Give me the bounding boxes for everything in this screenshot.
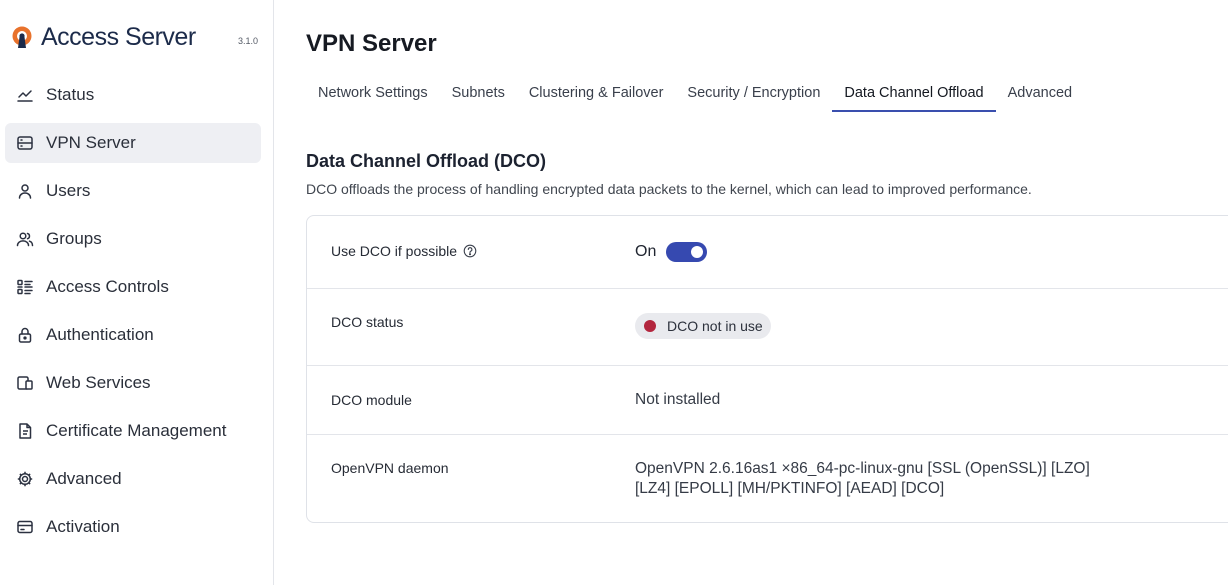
status-badge: DCO not in use: [635, 313, 771, 339]
dco-settings-card: Use DCO if possible On DCO status DCO no…: [306, 215, 1228, 523]
setting-row-dco-module: DCO module Not installed: [307, 366, 1228, 435]
tab-data-channel-offload[interactable]: Data Channel Offload: [832, 74, 996, 112]
tab-security-encryption[interactable]: Security / Encryption: [675, 74, 832, 112]
sidebar-item-users[interactable]: Users: [5, 171, 261, 211]
sidebar-item-vpn-server[interactable]: VPN Server: [5, 123, 261, 163]
sidebar-item-label: Groups: [46, 229, 102, 248]
sidebar-item-label: Status: [46, 85, 95, 104]
sidebar-item-activation[interactable]: Activation: [5, 507, 261, 547]
dco-status-label: DCO status: [331, 314, 404, 330]
sidebar-item-label: Authentication: [46, 325, 154, 344]
sidebar-item-label: Certificate Management: [46, 421, 227, 440]
setting-row-openvpn-daemon: OpenVPN daemon OpenVPN 2.6.16as1 ×86_64-…: [307, 435, 1228, 523]
dco-module-label: DCO module: [331, 392, 412, 408]
status-badge-text: DCO not in use: [667, 318, 763, 334]
openvpn-daemon-label: OpenVPN daemon: [331, 460, 449, 476]
dco-status-value: DCO not in use: [635, 313, 771, 339]
brand-name: Access Server: [41, 22, 196, 51]
chart-line-icon: [15, 85, 35, 105]
sidebar-item-label: Users: [46, 181, 91, 200]
tab-clustering-failover[interactable]: Clustering & Failover: [517, 74, 676, 112]
toggle-state-label: On: [635, 243, 657, 260]
certificate-icon: [15, 421, 35, 441]
sidebar-item-label: Activation: [46, 517, 120, 536]
sidebar-item-label: Access Controls: [46, 277, 169, 296]
sidebar-item-authentication[interactable]: Authentication: [5, 315, 261, 355]
help-icon[interactable]: [463, 244, 477, 258]
card-icon: [15, 517, 35, 537]
dco-module-value: Not installed: [635, 391, 721, 408]
sidebar-item-label: Advanced: [46, 469, 122, 488]
use-dco-control: On: [635, 242, 708, 262]
devices-icon: [15, 373, 35, 393]
lock-icon: [15, 325, 35, 345]
use-dco-toggle[interactable]: [666, 242, 708, 262]
brand-version: 3.1.0: [238, 36, 259, 46]
tab-network-settings[interactable]: Network Settings: [306, 74, 440, 112]
setting-label: Use DCO if possible: [331, 243, 477, 259]
status-dot: [644, 320, 656, 332]
toggle-knob: [691, 246, 704, 258]
main-content: VPN Server Network Settings Subnets Clus…: [275, 0, 1228, 585]
sidebar-item-label: Web Services: [46, 373, 151, 392]
tab-advanced[interactable]: Advanced: [996, 74, 1085, 112]
users-icon: [15, 229, 35, 249]
sidebar-item-status[interactable]: Status: [5, 75, 261, 115]
list-checks-icon: [15, 277, 35, 297]
openvpn-logo: [12, 26, 32, 48]
sidebar-item-certificate-management[interactable]: Certificate Management: [5, 411, 261, 451]
sidebar-item-advanced[interactable]: Advanced: [5, 459, 261, 499]
server-icon: [15, 133, 35, 153]
brand[interactable]: Access Server 3.1.0: [10, 22, 260, 52]
setting-row-use-dco: Use DCO if possible On: [307, 216, 1228, 289]
openvpn-daemon-value: OpenVPN 2.6.16as1 ×86_64-pc-linux-gnu [S…: [635, 459, 1135, 499]
daemon-value-line-2: [LZ4] [EPOLL] [MH/PKTINFO] [AEAD] [DCO]: [635, 480, 945, 497]
sidebar-nav: Status VPN Server Users Groups Access Co…: [5, 75, 261, 555]
setting-row-dco-status: DCO status DCO not in use: [307, 289, 1228, 366]
section-description: DCO offloads the process of handling enc…: [306, 181, 1032, 197]
tab-subnets[interactable]: Subnets: [440, 74, 517, 112]
user-icon: [15, 181, 35, 201]
page-title: VPN Server: [306, 30, 437, 57]
sidebar: Access Server 3.1.0 Status VPN Server Us…: [0, 0, 274, 585]
daemon-value-line-1: OpenVPN 2.6.16as1 ×86_64-pc-linux-gnu [S…: [635, 460, 1090, 477]
gear-icon: [15, 469, 35, 489]
sidebar-item-web-services[interactable]: Web Services: [5, 363, 261, 403]
sidebar-item-label: VPN Server: [46, 133, 136, 152]
sidebar-item-access-controls[interactable]: Access Controls: [5, 267, 261, 307]
sidebar-item-groups[interactable]: Groups: [5, 219, 261, 259]
section-title: Data Channel Offload (DCO): [306, 151, 547, 171]
tab-bar: Network Settings Subnets Clustering & Fa…: [306, 74, 1084, 112]
use-dco-label: Use DCO if possible: [331, 243, 458, 259]
